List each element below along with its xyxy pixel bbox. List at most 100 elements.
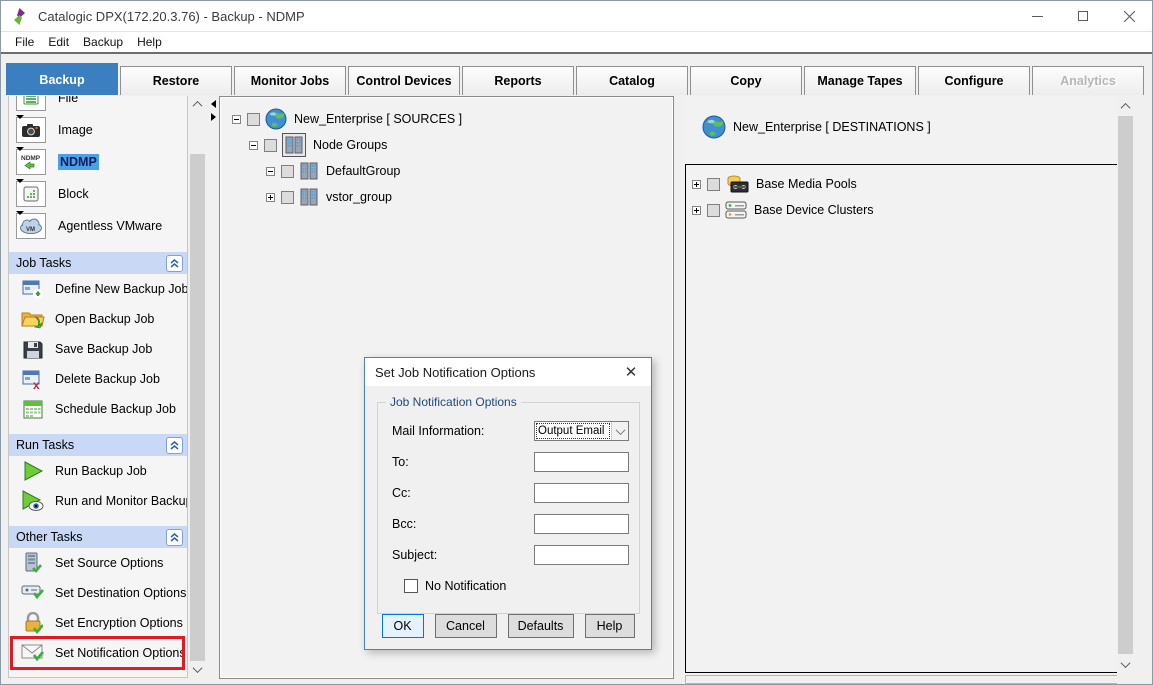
dialog-title: Set Job Notification Options bbox=[375, 365, 535, 380]
task-delete-backup-job[interactable]: x Delete Backup Job bbox=[9, 364, 187, 394]
define-job-icon bbox=[21, 277, 45, 301]
to-field[interactable] bbox=[534, 452, 629, 472]
expand-right-icon[interactable] bbox=[211, 113, 216, 121]
tab-monitor-jobs[interactable]: Monitor Jobs bbox=[234, 66, 346, 95]
sidebar-item-image[interactable]: Image bbox=[9, 114, 187, 146]
tree-checkbox[interactable] bbox=[281, 191, 294, 204]
tree-checkbox[interactable] bbox=[707, 204, 720, 217]
panel-splitter[interactable] bbox=[209, 96, 219, 685]
sidebar-item-ndmp[interactable]: NDMP NDMP bbox=[9, 146, 187, 178]
task-set-destination-options[interactable]: Set Destination Options bbox=[9, 578, 187, 608]
task-set-source-options[interactable]: Set Source Options bbox=[9, 548, 187, 578]
tree-node-label[interactable]: Node Groups bbox=[313, 138, 387, 152]
task-save-backup-job[interactable]: Save Backup Job bbox=[9, 334, 187, 364]
expand-toggle-icon[interactable] bbox=[692, 206, 701, 215]
sidebar-scrollbar[interactable] bbox=[189, 96, 206, 685]
tree-checkbox[interactable] bbox=[247, 113, 260, 126]
mail-information-select[interactable]: Output Email bbox=[534, 421, 629, 441]
scroll-down-icon[interactable] bbox=[189, 661, 206, 678]
window-title: Catalogic DPX(172.20.3.76) - Backup - ND… bbox=[38, 9, 305, 24]
tab-control-devices[interactable]: Control Devices bbox=[348, 66, 460, 95]
tree-node-node-groups[interactable]: Node Groups bbox=[249, 132, 673, 158]
scrollbar-thumb[interactable] bbox=[190, 154, 205, 664]
menu-backup[interactable]: Backup bbox=[76, 33, 130, 51]
app-window: Catalogic DPX(172.20.3.76) - Backup - ND… bbox=[0, 0, 1153, 685]
tree-checkbox[interactable] bbox=[707, 178, 720, 191]
tree-node-label[interactable]: vstor_group bbox=[326, 190, 392, 204]
notification-envelope-icon bbox=[21, 641, 45, 665]
collapse-chevron-icon[interactable] bbox=[166, 255, 183, 272]
tree-node-label[interactable]: New_Enterprise [ DESTINATIONS ] bbox=[733, 120, 931, 134]
sidebar-item-agentless-vmware[interactable]: VM Agentless VMware bbox=[9, 210, 187, 242]
chevron-down-icon[interactable] bbox=[611, 422, 628, 440]
scroll-up-icon[interactable] bbox=[189, 96, 206, 113]
ok-button[interactable]: OK bbox=[382, 614, 424, 638]
defaults-button[interactable]: Defaults bbox=[508, 614, 574, 638]
expand-toggle-icon[interactable] bbox=[266, 193, 275, 202]
node-group-icon bbox=[299, 161, 319, 181]
sidebar: File Image NDMP NDMP bbox=[1, 96, 211, 685]
sidebar-item-file[interactable]: File bbox=[9, 96, 187, 114]
menu-file[interactable]: File bbox=[8, 33, 41, 51]
cancel-button[interactable]: Cancel bbox=[435, 614, 497, 638]
destinations-hscrollbar[interactable] bbox=[685, 675, 1130, 684]
scroll-down-icon[interactable] bbox=[1117, 656, 1134, 673]
sidebar-item-block[interactable]: Block bbox=[9, 178, 187, 210]
collapse-toggle-icon[interactable] bbox=[249, 141, 258, 150]
collapse-left-icon[interactable] bbox=[211, 100, 216, 108]
tree-node-base-device-clusters[interactable]: Base Device Clusters bbox=[692, 197, 1129, 223]
cc-field[interactable] bbox=[534, 483, 629, 503]
tree-node-vstor-group[interactable]: vstor_group bbox=[266, 184, 673, 210]
scroll-up-icon[interactable] bbox=[1117, 98, 1134, 115]
expand-toggle-icon[interactable] bbox=[692, 180, 701, 189]
tree-node-label[interactable]: DefaultGroup bbox=[326, 164, 400, 178]
task-open-backup-job[interactable]: Open Backup Job bbox=[9, 304, 187, 334]
maximize-button[interactable] bbox=[1060, 1, 1106, 31]
no-notification-label: No Notification bbox=[425, 579, 506, 593]
tab-restore[interactable]: Restore bbox=[120, 66, 232, 95]
tree-checkbox[interactable] bbox=[264, 139, 277, 152]
collapse-chevron-icon[interactable] bbox=[166, 437, 183, 454]
task-label: Run and Monitor Backup Job bbox=[55, 494, 188, 508]
destinations-root[interactable]: New_Enterprise [ DESTINATIONS ] bbox=[683, 96, 1134, 158]
tab-catalog[interactable]: Catalog bbox=[576, 66, 688, 95]
tree-node-label[interactable]: Base Media Pools bbox=[756, 177, 857, 191]
subject-field[interactable] bbox=[534, 545, 629, 565]
tree-node-label[interactable]: Base Device Clusters bbox=[754, 203, 874, 217]
tree-checkbox[interactable] bbox=[281, 165, 294, 178]
tab-reports[interactable]: Reports bbox=[462, 66, 574, 95]
close-button[interactable] bbox=[1106, 1, 1152, 31]
title-bar: Catalogic DPX(172.20.3.76) - Backup - ND… bbox=[1, 1, 1152, 31]
tree-node-base-media-pools[interactable]: Base Media Pools bbox=[692, 171, 1129, 197]
tab-copy[interactable]: Copy bbox=[690, 66, 802, 95]
task-define-new-backup-job[interactable]: Define New Backup Job bbox=[9, 274, 187, 304]
menu-help[interactable]: Help bbox=[130, 33, 169, 51]
tab-configure[interactable]: Configure bbox=[918, 66, 1030, 95]
dialog-close-icon[interactable]: ✕ bbox=[620, 363, 642, 381]
tree-node-enterprise-sources[interactable]: New_Enterprise [ SOURCES ] bbox=[232, 106, 673, 132]
no-notification-checkbox[interactable] bbox=[404, 579, 418, 593]
minimize-button[interactable] bbox=[1014, 1, 1060, 31]
task-run-and-monitor-backup-job[interactable]: Run and Monitor Backup Job bbox=[9, 486, 187, 516]
tree-node-defaultgroup[interactable]: DefaultGroup bbox=[266, 158, 673, 184]
task-set-encryption-options[interactable]: Set Encryption Options bbox=[9, 608, 187, 638]
sidebar-item-label: Block bbox=[58, 187, 89, 201]
task-set-notification-options[interactable]: Set Notification Options bbox=[9, 638, 187, 668]
tab-backup[interactable]: Backup bbox=[6, 63, 118, 95]
sidebar-item-label: File bbox=[58, 96, 78, 105]
collapse-chevron-icon[interactable] bbox=[166, 529, 183, 546]
collapse-toggle-icon[interactable] bbox=[232, 115, 241, 124]
menu-edit[interactable]: Edit bbox=[41, 33, 76, 51]
source-server-icon bbox=[21, 551, 45, 575]
collapse-toggle-icon[interactable] bbox=[266, 167, 275, 176]
task-schedule-backup-job[interactable]: Schedule Backup Job bbox=[9, 394, 187, 424]
destinations-scrollbar[interactable] bbox=[1117, 96, 1134, 685]
tab-manage-tapes[interactable]: Manage Tapes bbox=[804, 66, 916, 95]
task-run-backup-job[interactable]: Run Backup Job bbox=[9, 456, 187, 486]
sidebar-item-label: Image bbox=[58, 123, 93, 137]
bcc-field[interactable] bbox=[534, 514, 629, 534]
vmware-cloud-icon: VM bbox=[16, 213, 46, 239]
scrollbar-thumb[interactable] bbox=[1118, 116, 1133, 654]
help-button[interactable]: Help bbox=[585, 614, 635, 638]
tree-node-label[interactable]: New_Enterprise [ SOURCES ] bbox=[294, 112, 462, 126]
